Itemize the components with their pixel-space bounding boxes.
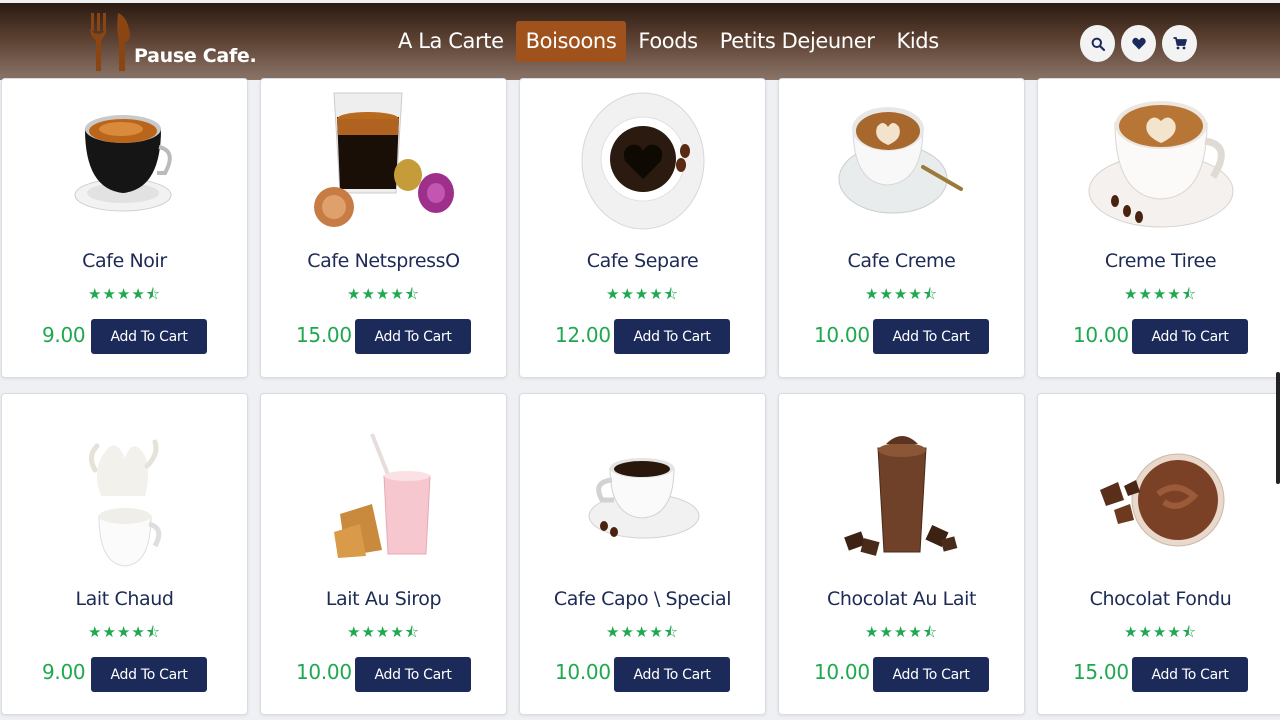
- product-name: Chocolat Fondu: [1089, 588, 1232, 610]
- add-to-cart-button[interactable]: Add To Cart: [355, 319, 471, 354]
- add-to-cart-button[interactable]: Add To Cart: [614, 319, 730, 354]
- fork-knife-icon: [90, 13, 130, 71]
- milk-splash-image: [88, 439, 161, 567]
- nav-item-kids[interactable]: Kids: [886, 21, 948, 62]
- product-card[interactable]: Chocolat Au Lait ★★★★⯪ 10.00 Add To Cart: [778, 393, 1025, 715]
- add-to-cart-button[interactable]: Add To Cart: [873, 657, 989, 692]
- product-price: 15.00: [1073, 660, 1129, 684]
- wishlist-button[interactable]: [1121, 25, 1156, 62]
- product-price: 10.00: [296, 660, 352, 684]
- product-name: Cafe Noir: [82, 250, 167, 272]
- product-price: 10.00: [814, 660, 870, 684]
- pink-milkshake-image: [333, 433, 431, 558]
- product-card[interactable]: Cafe Separe ★★★★⯪ 12.00 Add To Cart: [519, 78, 766, 378]
- rating-stars: ★★★★⯪: [1124, 623, 1197, 641]
- product-price: 10.00: [814, 323, 870, 347]
- latte-art-cup-image: [838, 107, 963, 214]
- product-card[interactable]: Creme Tiree ★★★★⯪ 10.00 Add To Cart: [1037, 78, 1280, 378]
- product-price: 12.00: [555, 323, 611, 347]
- product-name: Cafe NetspressO: [307, 250, 460, 272]
- espresso-glass-capsules-image: [313, 92, 454, 227]
- product-price: 10.00: [555, 660, 611, 684]
- product-card[interactable]: Cafe Noir ★★★★⯪ 9.00 Add To Cart: [1, 78, 248, 378]
- rating-stars: ★★★★⯪: [606, 285, 679, 303]
- rating-stars: ★★★★⯪: [347, 623, 420, 641]
- rating-stars: ★★★★⯪: [88, 285, 161, 303]
- add-to-cart-button[interactable]: Add To Cart: [91, 319, 207, 354]
- product-card[interactable]: Cafe Capo \ Special ★★★★⯪ 10.00 Add To C…: [519, 393, 766, 715]
- heart-icon: [1131, 37, 1146, 50]
- black-coffee-heart-image: [581, 92, 704, 230]
- add-to-cart-button[interactable]: Add To Cart: [91, 657, 207, 692]
- cappuccino-cup-image: [1088, 101, 1233, 228]
- add-to-cart-button[interactable]: Add To Cart: [873, 319, 989, 354]
- coffee-cup-steam-image: [588, 458, 699, 539]
- nav-item-boisoons[interactable]: Boisoons: [515, 21, 627, 62]
- product-card[interactable]: Cafe NetspressO ★★★★⯪ 15.00 Add To Cart: [260, 78, 507, 378]
- product-price: 15.00: [296, 323, 352, 347]
- search-button[interactable]: [1080, 25, 1115, 62]
- product-name: Cafe Separe: [586, 250, 699, 272]
- nav-item-petits-dejeuner[interactable]: Petits Dejeuner: [710, 21, 885, 62]
- main-nav: A La Carte Boisoons Foods Petits Dejeune…: [388, 21, 949, 62]
- melted-chocolate-image: [1099, 453, 1224, 547]
- add-to-cart-button[interactable]: Add To Cart: [1132, 319, 1248, 354]
- chocolate-drink-image: [843, 436, 957, 556]
- product-name: Creme Tiree: [1104, 250, 1217, 272]
- scrollbar-thumb[interactable]: [1276, 372, 1280, 484]
- site-header: Pause Cafe. A La Carte Boisoons Foods Pe…: [0, 3, 1280, 80]
- nav-item-a-la-carte[interactable]: A La Carte: [388, 21, 514, 62]
- rating-stars: ★★★★⯪: [865, 285, 938, 303]
- product-name: Lait Au Sirop: [325, 588, 442, 610]
- search-icon: [1091, 37, 1105, 51]
- product-price: 9.00: [42, 660, 86, 684]
- brand-name: Pause Cafe.: [134, 45, 257, 67]
- rating-stars: ★★★★⯪: [865, 623, 938, 641]
- rating-stars: ★★★★⯪: [606, 623, 679, 641]
- header-actions: [1080, 25, 1197, 62]
- rating-stars: ★★★★⯪: [347, 285, 420, 303]
- product-card[interactable]: Chocolat Fondu ★★★★⯪ 15.00 Add To Cart: [1037, 393, 1280, 715]
- add-to-cart-button[interactable]: Add To Cart: [355, 657, 471, 692]
- cart-icon: [1173, 37, 1187, 50]
- product-name: Chocolat Au Lait: [826, 588, 977, 610]
- rating-stars: ★★★★⯪: [88, 623, 161, 641]
- product-card[interactable]: Lait Au Sirop ★★★★⯪ 10.00 Add To Cart: [260, 393, 507, 715]
- rating-stars: ★★★★⯪: [1124, 285, 1197, 303]
- product-name: Cafe Capo \ Special: [553, 588, 732, 610]
- cart-button[interactable]: [1162, 25, 1197, 62]
- nav-item-foods[interactable]: Foods: [628, 21, 707, 62]
- product-card[interactable]: Lait Chaud ★★★★⯪ 9.00 Add To Cart: [1, 393, 248, 715]
- product-name: Lait Chaud: [75, 588, 174, 610]
- add-to-cart-button[interactable]: Add To Cart: [1132, 657, 1248, 692]
- product-price: 9.00: [42, 323, 86, 347]
- product-name: Cafe Creme: [847, 250, 956, 272]
- brand-logo[interactable]: Pause Cafe.: [88, 11, 257, 73]
- add-to-cart-button[interactable]: Add To Cart: [614, 657, 730, 692]
- product-price: 10.00: [1073, 323, 1129, 347]
- product-card[interactable]: Cafe Creme ★★★★⯪ 10.00 Add To Cart: [778, 78, 1025, 378]
- espresso-cup-image: [74, 115, 172, 212]
